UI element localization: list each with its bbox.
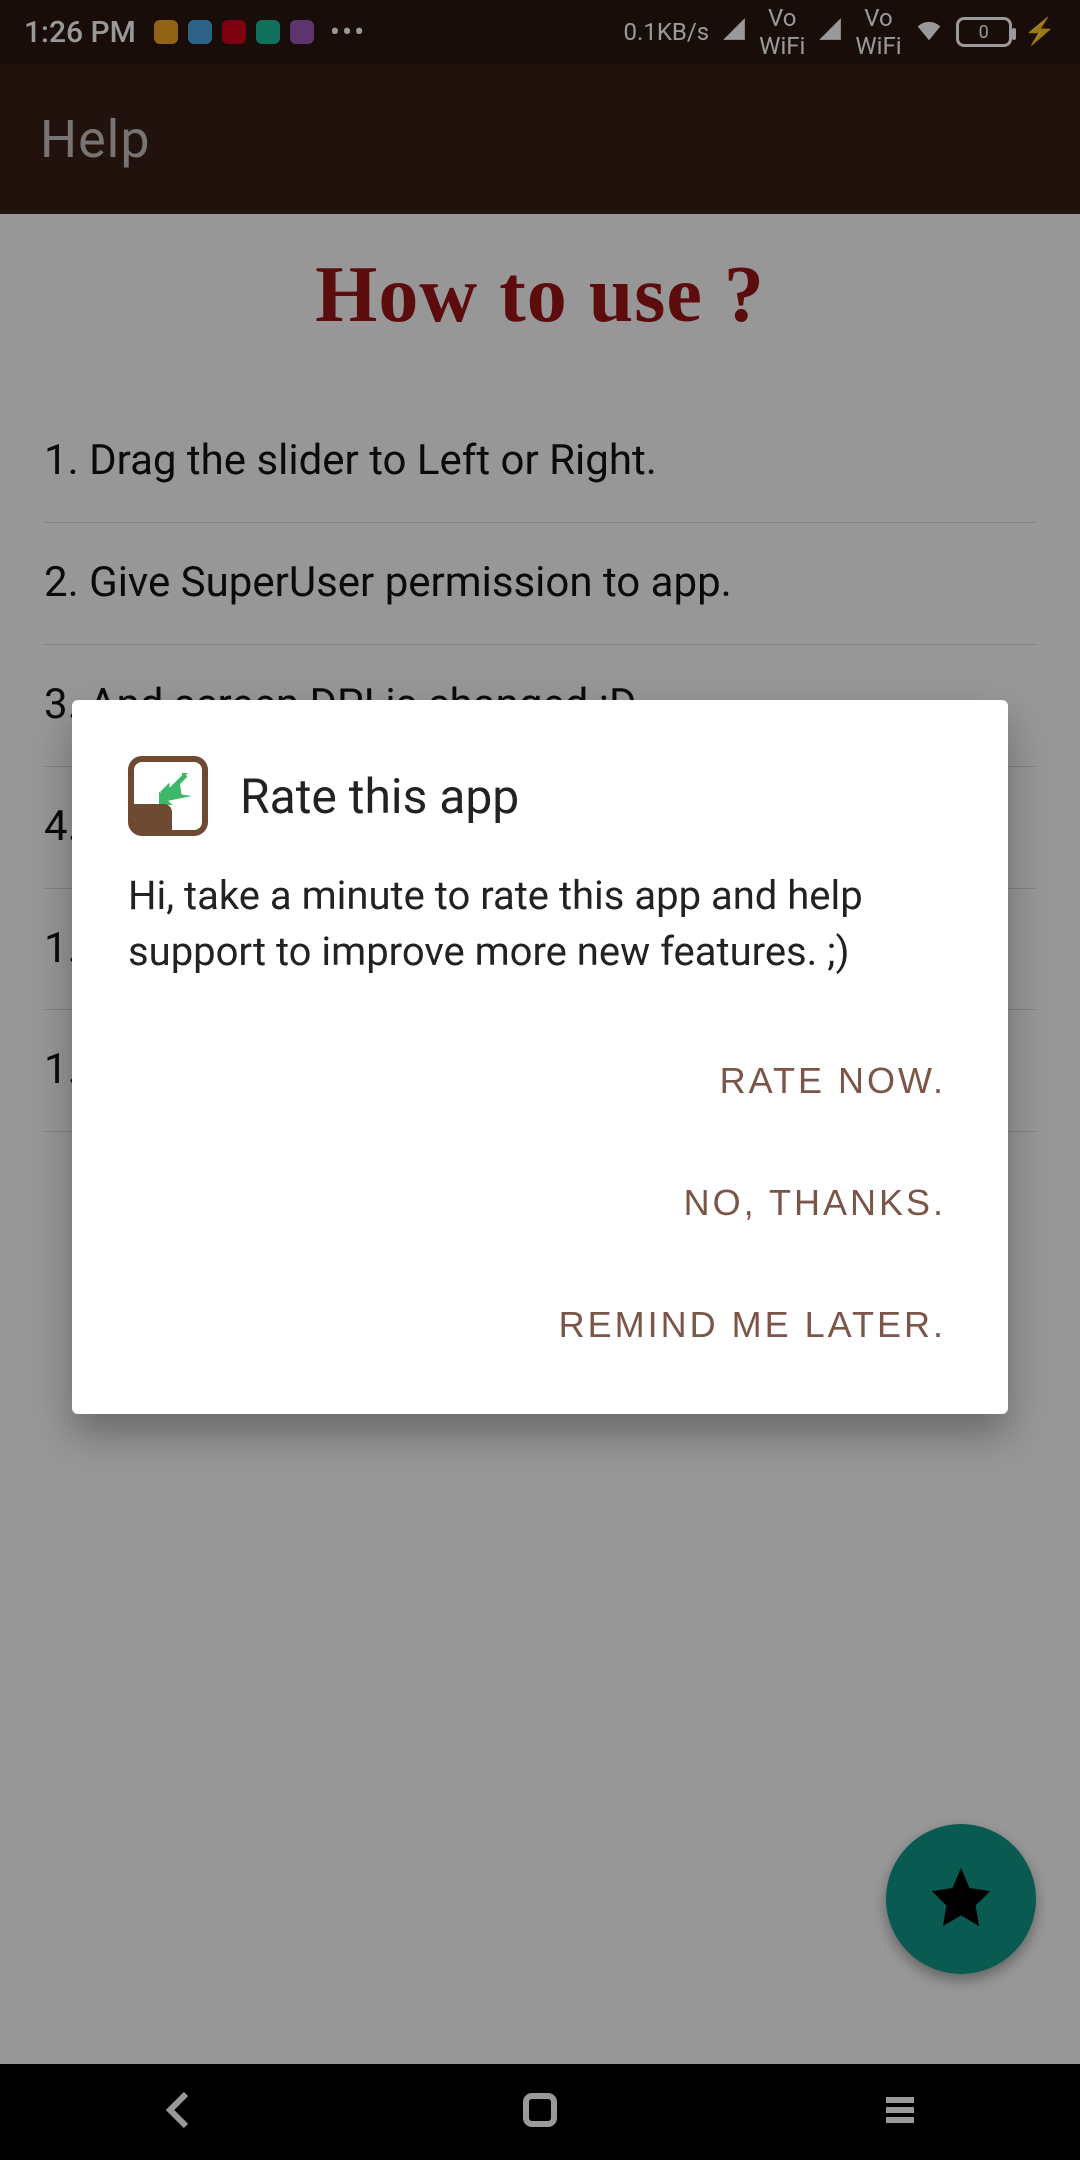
rate-dialog: Rate this app Hi, take a minute to rate … (72, 700, 1008, 1414)
dialog-body: Hi, take a minute to rate this app and h… (128, 868, 952, 980)
no-thanks-button[interactable]: NO, THANKS. (678, 1142, 952, 1264)
dialog-actions: RATE NOW. NO, THANKS. REMIND ME LATER. (128, 1020, 952, 1386)
dialog-header: Rate this app (128, 756, 952, 836)
rate-now-button[interactable]: RATE NOW. (714, 1020, 952, 1142)
app-icon (128, 756, 208, 836)
remind-later-button[interactable]: REMIND ME LATER. (553, 1264, 952, 1386)
dialog-title: Rate this app (240, 768, 519, 825)
